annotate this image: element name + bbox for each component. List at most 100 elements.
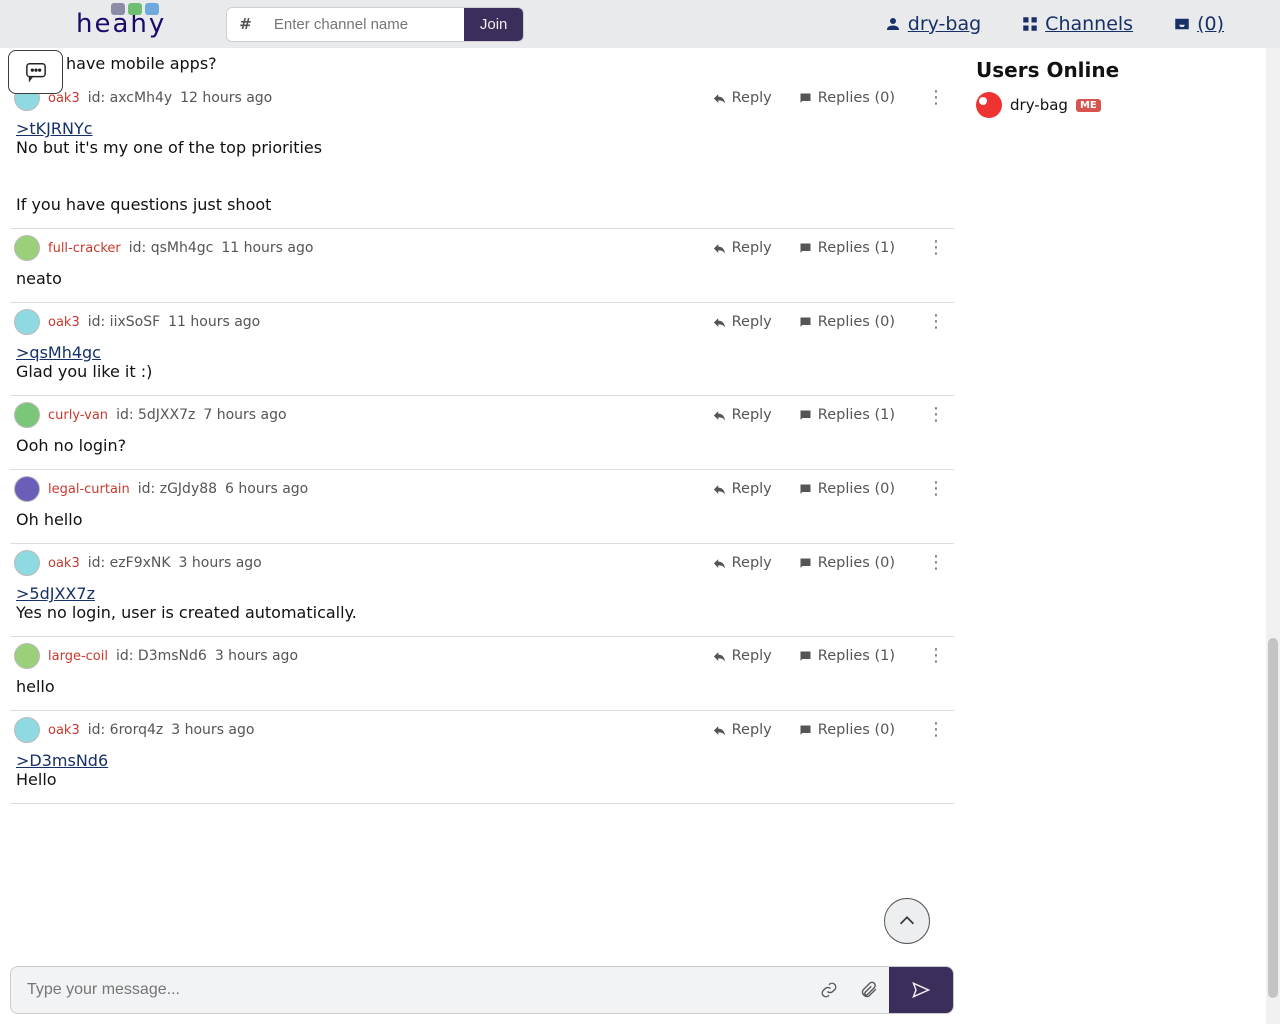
- message-id: id: 6rorq4z: [88, 722, 164, 738]
- replies-button[interactable]: Replies (0): [798, 481, 895, 497]
- message-body: >tKJRNYcNo but it's my one of the top pr…: [14, 111, 950, 214]
- reply-icon: [712, 482, 727, 497]
- menu-button[interactable]: [8, 50, 63, 94]
- replies-icon: [798, 315, 813, 330]
- username[interactable]: oak3: [48, 556, 80, 571]
- more-button[interactable]: ⋮: [921, 244, 950, 251]
- reply-icon: [712, 556, 727, 571]
- message: full-crackerid: qsMh4gc11 hours agoReply…: [10, 229, 954, 303]
- replies-button[interactable]: Replies (1): [798, 407, 895, 423]
- message: curly-vanid: 5dJXX7z7 hours agoReplyRepl…: [10, 396, 954, 470]
- reply-button[interactable]: Reply: [712, 648, 772, 664]
- replies-label: Replies (0): [818, 481, 895, 497]
- quote-link[interactable]: >qsMh4gc: [16, 343, 101, 362]
- timestamp: 3 hours ago: [171, 722, 254, 738]
- message-text: hello: [16, 677, 55, 696]
- username[interactable]: oak3: [48, 315, 80, 330]
- reply-label: Reply: [732, 407, 772, 423]
- avatar: [14, 476, 40, 502]
- message-text: Glad you like it :): [16, 362, 152, 381]
- replies-button[interactable]: Replies (0): [798, 314, 895, 330]
- username[interactable]: curly-van: [48, 408, 108, 423]
- message-id: id: zGJdy88: [138, 481, 217, 497]
- reply-icon: [712, 408, 727, 423]
- inbox-icon: [1173, 15, 1191, 33]
- more-button[interactable]: ⋮: [921, 652, 950, 659]
- username[interactable]: legal-curtain: [48, 482, 130, 497]
- username[interactable]: oak3: [48, 723, 80, 738]
- quote-link[interactable]: >D3msNd6: [16, 751, 108, 770]
- replies-button[interactable]: Replies (0): [798, 555, 895, 571]
- reply-button[interactable]: Reply: [712, 481, 772, 497]
- scrollbar[interactable]: [1266, 48, 1280, 1024]
- link-user-label: dry-bag: [908, 13, 981, 35]
- reply-icon: [712, 315, 727, 330]
- message: oak3id: axcMh4y12 hours agoReplyReplies …: [10, 79, 954, 229]
- message-header: oak3 id: 6rorq4z 3 hours ago Reply Replies (…: [14, 717, 950, 743]
- online-user[interactable]: dry-bag ME: [976, 92, 1264, 118]
- message: legal-curtain id: zGJdy88 6 hours ago Reply…: [10, 470, 954, 544]
- me-badge: ME: [1076, 99, 1101, 112]
- quote-link[interactable]: >5dJXX7z: [16, 584, 95, 603]
- reply-label: Reply: [732, 90, 772, 106]
- reply-button[interactable]: Reply: [712, 722, 772, 738]
- message: large-coilid: D3msNd63 hours agoReplyRep…: [10, 637, 954, 711]
- quote-link[interactable]: >tKJRNYc: [16, 119, 93, 138]
- replies-label: Replies (0): [818, 314, 895, 330]
- message-text: Ooh no login?: [16, 436, 126, 455]
- message-id: id: axcMh4y: [88, 90, 172, 106]
- more-button[interactable]: ⋮: [921, 318, 950, 325]
- reply-icon: [712, 723, 727, 738]
- more-button[interactable]: ⋮: [921, 411, 950, 418]
- attach-button[interactable]: [849, 981, 889, 999]
- reply-label: Reply: [732, 722, 772, 738]
- replies-icon: [798, 91, 813, 106]
- replies-button[interactable]: Replies (0): [798, 90, 895, 106]
- reply-button[interactable]: Reply: [712, 314, 772, 330]
- replies-label: Replies (0): [818, 555, 895, 571]
- more-button[interactable]: ⋮: [921, 559, 950, 566]
- scrollbar-thumb[interactable]: [1268, 638, 1278, 998]
- link-user[interactable]: dry-bag: [884, 13, 981, 35]
- avatar: [14, 309, 40, 335]
- replies-button[interactable]: Replies (0): [798, 722, 895, 738]
- reply-label: Reply: [732, 648, 772, 664]
- reply-button[interactable]: Reply: [712, 240, 772, 256]
- timestamp: 6 hours ago: [225, 481, 308, 497]
- message-header: oak3id: axcMh4y12 hours agoReplyReplies …: [14, 85, 950, 111]
- more-button[interactable]: ⋮: [921, 485, 950, 492]
- reply-label: Reply: [732, 481, 772, 497]
- more-button[interactable]: ⋮: [921, 726, 950, 733]
- partial-message: have mobile apps?: [10, 54, 954, 79]
- message-input[interactable]: [11, 967, 809, 1013]
- more-button[interactable]: ⋮: [921, 94, 950, 101]
- scroll-top-button[interactable]: [884, 898, 930, 944]
- replies-button[interactable]: Replies (1): [798, 648, 895, 664]
- replies-button[interactable]: Replies (1): [798, 240, 895, 256]
- channel-input[interactable]: [264, 8, 464, 41]
- message-header: oak3id: ezF9xNK3 hours agoReplyReplies (…: [14, 550, 950, 576]
- sidebar: Users Online dry-bag ME: [960, 48, 1280, 1024]
- message-header: large-coilid: D3msNd63 hours agoReplyRep…: [14, 643, 950, 669]
- reply-button[interactable]: Reply: [712, 90, 772, 106]
- timestamp: 3 hours ago: [215, 648, 298, 664]
- link-channels[interactable]: Channels: [1021, 13, 1133, 35]
- replies-icon: [798, 482, 813, 497]
- replies-icon: [798, 241, 813, 256]
- link-button[interactable]: [809, 981, 849, 999]
- message-body: Ooh no login?: [14, 428, 950, 455]
- replies-label: Replies (1): [818, 407, 895, 423]
- logo[interactable]: heahy: [76, 9, 166, 39]
- reply-button[interactable]: Reply: [712, 407, 772, 423]
- reply-icon: [712, 241, 727, 256]
- avatar: [14, 550, 40, 576]
- send-button[interactable]: [889, 967, 953, 1013]
- link-inbox[interactable]: (0): [1173, 13, 1224, 35]
- composer: [10, 966, 954, 1014]
- paperclip-icon: [860, 981, 878, 999]
- join-button[interactable]: Join: [464, 8, 524, 41]
- username[interactable]: full-cracker: [48, 241, 121, 256]
- message-text: neato: [16, 269, 62, 288]
- reply-button[interactable]: Reply: [712, 555, 772, 571]
- username[interactable]: large-coil: [48, 649, 108, 664]
